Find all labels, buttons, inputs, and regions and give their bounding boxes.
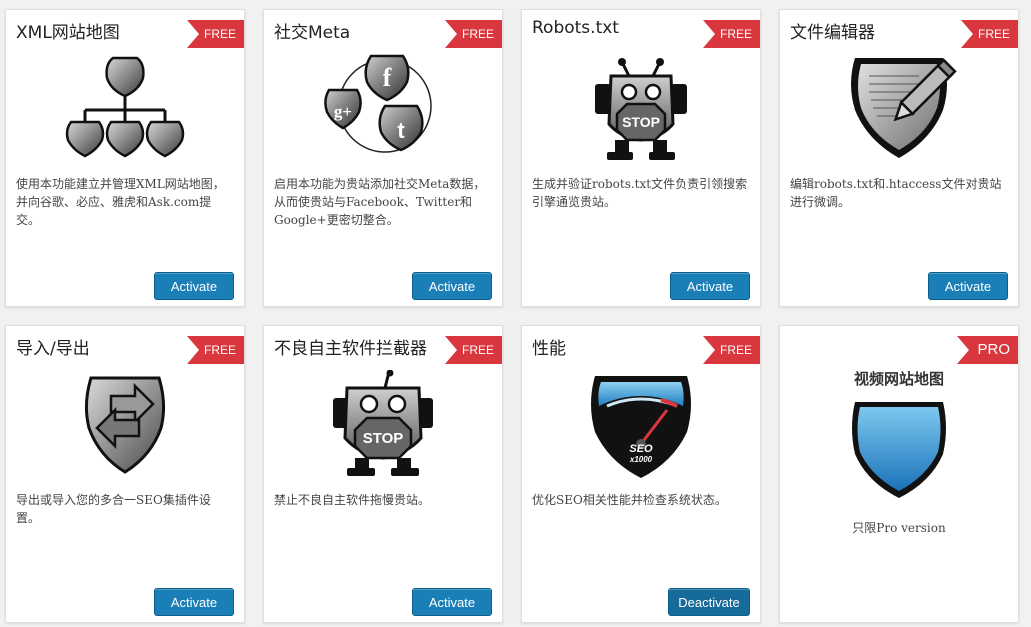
free-badge: FREE	[961, 20, 1018, 48]
activate-button[interactable]: Activate	[928, 272, 1008, 300]
card-title: Robots.txt	[532, 18, 619, 38]
activate-button[interactable]: Activate	[412, 588, 492, 616]
card-social-meta: 社交Meta FREE f g+ t 启用本功能为贵站添加社交Meta数据，从而…	[263, 9, 503, 307]
activate-button[interactable]: Activate	[154, 272, 234, 300]
svg-text:g+: g+	[334, 102, 352, 121]
free-badge: FREE	[445, 336, 502, 364]
card-title: 视频网站地图	[853, 370, 944, 388]
card-xml-sitemap: XML网站地图 FREE 使用本功能建立并管理XML网站地图，并向谷歌、必应、雅…	[5, 9, 245, 307]
card-video-sitemap: PRO 视频网站地图 只限Pro version	[779, 325, 1019, 623]
card-performance: 性能 FREE SEO x1000 优化SEO相关性能并检查系统状态。 Deac…	[521, 325, 761, 623]
free-badge: FREE	[445, 20, 502, 48]
svg-text:f: f	[383, 63, 392, 92]
gauge-label: SEO	[629, 443, 653, 455]
stop-sign-text: STOP	[622, 114, 660, 130]
activate-button[interactable]: Activate	[670, 272, 750, 300]
free-badge: FREE	[187, 336, 244, 364]
card-description: 优化SEO相关性能并检查系统状态。	[532, 493, 727, 507]
sitemap-icon	[65, 56, 185, 158]
pro-only-note: 只限Pro version	[852, 521, 946, 535]
activate-button[interactable]: Activate	[154, 588, 234, 616]
card-import-export: 导入/导出 FREE 导出或导入您的多合一SEO集插件设置。 Activate	[5, 325, 245, 623]
card-file-editor: 文件编辑器 FREE 编辑robots.txt和.htaccess文件对贵站进行…	[779, 9, 1019, 307]
free-badge: FREE	[187, 20, 244, 48]
card-title: 导入/导出	[16, 339, 90, 359]
file-editor-icon	[851, 58, 957, 158]
deactivate-button[interactable]: Deactivate	[668, 588, 750, 616]
svg-text:t: t	[397, 118, 405, 143]
card-description: 启用本功能为贵站添加社交Meta数据，从而使贵站与Facebook、Twitte…	[274, 177, 486, 227]
card-bad-bot-blocker: 不良自主软件拦截器 FREE STOP 禁止不良自主软件拖慢贵站。 Activa…	[263, 325, 503, 623]
card-title: 不良自主软件拦截器	[274, 339, 427, 359]
card-description: 使用本功能建立并管理XML网站地图，并向谷歌、必应、雅虎和Ask.com提交。	[16, 177, 225, 227]
pro-badge: PRO	[957, 336, 1018, 364]
stop-sign-text: STOP	[363, 430, 404, 447]
card-title: XML网站地图	[16, 23, 120, 43]
card-title: 社交Meta	[274, 23, 351, 43]
activate-button[interactable]: Activate	[412, 272, 492, 300]
card-title: 性能	[532, 339, 566, 359]
card-description: 禁止不良自主软件拖慢贵站。	[274, 493, 431, 507]
card-description: 生成并验证robots.txt文件负责引领搜索引擎通览贵站。	[532, 177, 748, 209]
card-description: 导出或导入您的多合一SEO集插件设置。	[16, 493, 211, 525]
card-title: 文件编辑器	[790, 23, 875, 43]
robot-icon: STOP	[595, 58, 687, 160]
video-sitemap-icon	[852, 402, 946, 498]
free-badge: FREE	[703, 336, 760, 364]
gauge-sublabel: x1000	[629, 455, 653, 464]
performance-icon: SEO x1000	[591, 376, 691, 478]
import-export-icon	[84, 376, 166, 474]
free-badge: FREE	[703, 20, 760, 48]
card-description: 编辑robots.txt和.htaccess文件对贵站进行微调。	[790, 177, 1002, 209]
social-icon: f g+ t	[324, 54, 432, 153]
card-robots-txt: Robots.txt FREE STOP 生成并验证robots.txt文件负责…	[521, 9, 761, 307]
bad-bot-blocker-icon: STOP	[333, 370, 433, 476]
